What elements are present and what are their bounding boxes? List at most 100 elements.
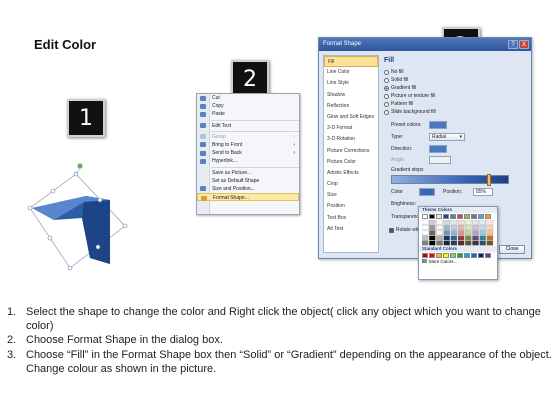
theme-color-swatch[interactable] bbox=[443, 214, 449, 219]
close-button[interactable]: Close bbox=[499, 245, 525, 254]
selected-shape[interactable] bbox=[18, 160, 138, 280]
theme-shade-swatch[interactable] bbox=[443, 220, 450, 225]
theme-shade-swatch[interactable] bbox=[429, 225, 436, 230]
theme-color-swatch[interactable] bbox=[436, 214, 442, 219]
theme-shade-swatch[interactable] bbox=[436, 240, 443, 246]
theme-shade-swatch[interactable] bbox=[422, 235, 429, 241]
nav-item-fill[interactable]: Fill bbox=[324, 56, 378, 68]
theme-shade-swatch[interactable] bbox=[422, 225, 429, 230]
theme-shade-swatch[interactable] bbox=[479, 240, 486, 246]
theme-shade-swatch[interactable] bbox=[486, 220, 494, 225]
theme-shade-swatch[interactable] bbox=[472, 225, 479, 230]
menu-item-edit-text[interactable]: Edit Text bbox=[197, 122, 299, 130]
radio-picture-fill[interactable]: Picture or texture fill bbox=[384, 92, 435, 100]
nav-item-text-box[interactable]: Text Box bbox=[324, 213, 378, 224]
theme-shade-swatch[interactable] bbox=[436, 235, 443, 241]
menu-item-bring-to-front[interactable]: Bring to Front › bbox=[197, 141, 299, 149]
theme-shade-swatch[interactable] bbox=[479, 220, 486, 225]
radio-no-fill[interactable]: No fill bbox=[384, 68, 404, 76]
theme-shade-swatch[interactable] bbox=[479, 225, 486, 230]
theme-shade-swatch[interactable] bbox=[465, 230, 472, 236]
angle-input[interactable] bbox=[429, 156, 451, 164]
theme-shade-swatch[interactable] bbox=[443, 235, 450, 241]
nav-item-size[interactable]: Size bbox=[324, 190, 378, 201]
theme-shade-swatch[interactable] bbox=[436, 230, 443, 236]
menu-item-group[interactable]: Group › bbox=[197, 133, 299, 141]
theme-color-swatch[interactable] bbox=[471, 214, 477, 219]
nav-item-3d-format[interactable]: 3-D Format bbox=[324, 123, 378, 134]
direction-dropdown[interactable] bbox=[429, 145, 447, 153]
nav-item-shadow[interactable]: Shadow bbox=[324, 90, 378, 101]
menu-item-size-and-position[interactable]: Size and Position... bbox=[197, 185, 299, 193]
nav-item-picture-color[interactable]: Picture Color bbox=[324, 157, 378, 168]
radio-solid-fill[interactable]: Solid fill bbox=[384, 76, 408, 84]
theme-shade-swatch[interactable] bbox=[443, 230, 450, 236]
theme-color-swatch[interactable] bbox=[422, 214, 428, 219]
theme-color-swatch[interactable] bbox=[485, 214, 491, 219]
theme-shade-swatch[interactable] bbox=[457, 230, 465, 236]
theme-shade-swatch[interactable] bbox=[479, 230, 486, 236]
standard-color-swatch[interactable] bbox=[485, 253, 491, 258]
nav-item-reflection[interactable]: Reflection bbox=[324, 101, 378, 112]
nav-item-3d-rotation[interactable]: 3-D Rotation bbox=[324, 134, 378, 145]
theme-shade-swatch[interactable] bbox=[429, 220, 436, 225]
theme-color-swatch[interactable] bbox=[457, 214, 463, 219]
gradient-stops-bar[interactable] bbox=[391, 174, 509, 186]
nav-item-artistic-effects[interactable]: Artistic Effects bbox=[324, 168, 378, 179]
theme-shade-swatch[interactable] bbox=[457, 220, 465, 225]
standard-color-swatch[interactable] bbox=[457, 253, 463, 258]
theme-shade-swatch[interactable] bbox=[429, 230, 436, 236]
theme-shade-swatch[interactable] bbox=[450, 235, 458, 241]
help-button[interactable]: ? bbox=[508, 40, 518, 49]
theme-shade-swatch[interactable] bbox=[450, 225, 458, 230]
menu-item-paste[interactable]: Paste bbox=[197, 110, 299, 118]
standard-color-swatch[interactable] bbox=[464, 253, 470, 258]
theme-shade-swatch[interactable] bbox=[429, 240, 436, 246]
nav-item-crop[interactable]: Crop bbox=[324, 179, 378, 190]
radio-gradient-fill[interactable]: Gradient fill bbox=[384, 84, 416, 92]
theme-shade-swatch[interactable] bbox=[486, 230, 494, 236]
nav-item-picture-corrections[interactable]: Picture Corrections bbox=[324, 146, 378, 157]
theme-shade-swatch[interactable] bbox=[436, 220, 443, 225]
theme-shade-swatch[interactable] bbox=[486, 240, 494, 246]
radio-pattern-fill[interactable]: Pattern fill bbox=[384, 100, 413, 108]
theme-shade-swatch[interactable] bbox=[450, 220, 458, 225]
theme-shade-swatch[interactable] bbox=[457, 240, 465, 246]
color-picker-button[interactable] bbox=[419, 188, 435, 196]
nav-item-glow[interactable]: Glow and Soft Edges bbox=[324, 112, 378, 123]
menu-item-send-to-back[interactable]: Send to Back › bbox=[197, 149, 299, 157]
theme-shade-swatch[interactable] bbox=[457, 225, 465, 230]
theme-color-swatch[interactable] bbox=[464, 214, 470, 219]
menu-item-cut[interactable]: Cut bbox=[197, 94, 299, 102]
menu-item-hyperlink[interactable]: Hyperlink... bbox=[197, 157, 299, 165]
theme-shade-swatch[interactable] bbox=[486, 225, 494, 230]
nav-item-line-style[interactable]: Line Style bbox=[324, 78, 378, 89]
nav-item-alt-text[interactable]: Alt Text bbox=[324, 224, 378, 235]
theme-shade-swatch[interactable] bbox=[472, 240, 479, 246]
theme-shade-swatch[interactable] bbox=[429, 235, 436, 241]
standard-color-swatch[interactable] bbox=[478, 253, 484, 258]
gradient-stop-handle[interactable] bbox=[487, 174, 491, 186]
theme-shades-grid[interactable] bbox=[422, 220, 496, 246]
menu-item-save-as-picture[interactable]: Save as Picture... bbox=[197, 169, 299, 177]
theme-shade-swatch[interactable] bbox=[422, 220, 429, 225]
theme-shade-swatch[interactable] bbox=[436, 225, 443, 230]
theme-shade-swatch[interactable] bbox=[422, 230, 429, 236]
position-input[interactable]: 85% bbox=[473, 188, 493, 196]
theme-shade-swatch[interactable] bbox=[443, 240, 450, 246]
theme-shade-swatch[interactable] bbox=[443, 225, 450, 230]
theme-shade-swatch[interactable] bbox=[465, 235, 472, 241]
standard-color-swatch[interactable] bbox=[471, 253, 477, 258]
theme-shade-swatch[interactable] bbox=[450, 230, 458, 236]
theme-shade-swatch[interactable] bbox=[450, 240, 458, 246]
nav-item-line-color[interactable]: Line Color bbox=[324, 67, 378, 78]
menu-item-format-shape[interactable]: Format Shape... bbox=[197, 193, 299, 202]
nav-item-position[interactable]: Position bbox=[324, 201, 378, 212]
theme-shade-swatch[interactable] bbox=[465, 225, 472, 230]
theme-shade-swatch[interactable] bbox=[472, 235, 479, 241]
theme-color-swatch[interactable] bbox=[429, 214, 435, 219]
more-colors-option[interactable]: More Colors... bbox=[419, 258, 497, 265]
theme-shade-swatch[interactable] bbox=[472, 230, 479, 236]
radio-slide-background-fill[interactable]: Slide background fill bbox=[384, 108, 436, 116]
theme-shade-swatch[interactable] bbox=[465, 220, 472, 225]
